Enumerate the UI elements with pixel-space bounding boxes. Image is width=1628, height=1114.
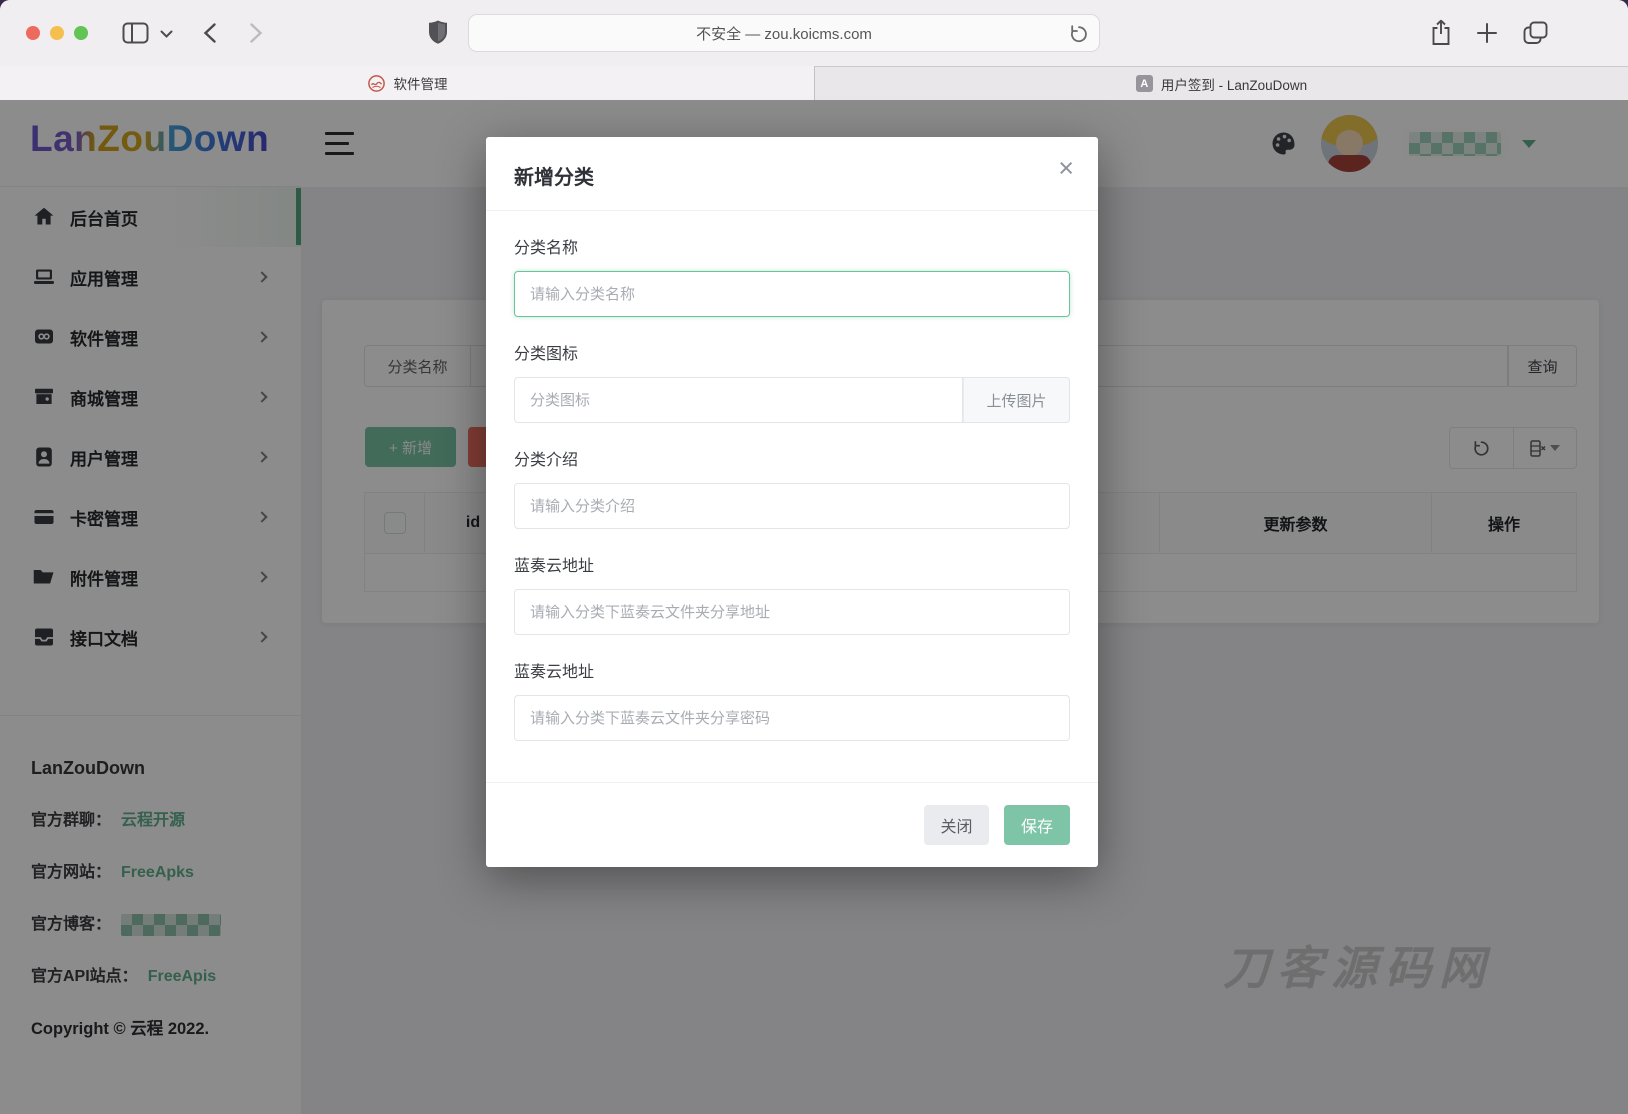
- modal-close-button[interactable]: 关闭: [924, 805, 989, 845]
- sidebar-toggle-icon[interactable]: [122, 21, 149, 45]
- close-icon[interactable]: ×: [1058, 155, 1074, 182]
- lanzou-share-password-input[interactable]: [514, 695, 1070, 741]
- tab-label: 软件管理: [394, 73, 448, 93]
- reload-icon[interactable]: [1069, 23, 1089, 45]
- chevron-down-icon[interactable]: [160, 30, 173, 38]
- minimize-window-button[interactable]: [50, 26, 64, 40]
- modal-save-button[interactable]: 保存: [1004, 805, 1070, 845]
- forward-button[interactable]: [248, 22, 264, 44]
- web-page: LanZouDown 后台首页 应用管理 软件管理: [0, 100, 1628, 1114]
- modal-footer: 关闭 保存: [486, 782, 1098, 867]
- share-icon[interactable]: [1430, 19, 1452, 47]
- icon-input-group: 上传图片: [514, 377, 1070, 423]
- modal-title: 新增分类: [514, 161, 594, 190]
- field-label: 分类介绍: [514, 451, 1070, 471]
- browser-titlebar: 不安全 — zou.koicms.com: [0, 0, 1628, 66]
- field-label: 分类图标: [514, 345, 1070, 365]
- tab-overview-icon[interactable]: [1522, 21, 1548, 45]
- privacy-shield-icon[interactable]: [427, 19, 449, 47]
- tab-user-signin[interactable]: A 用户签到 - LanZouDown: [814, 66, 1628, 100]
- tab-favicon-a-icon: A: [1136, 75, 1153, 92]
- form-field-lanzou-password: 蓝奏云地址: [514, 663, 1070, 741]
- modal-body: 分类名称 分类图标 上传图片 分类介绍 蓝奏云地址: [486, 239, 1098, 741]
- close-window-button[interactable]: [26, 26, 40, 40]
- form-field-category-intro: 分类介绍: [514, 451, 1070, 529]
- form-field-category-name: 分类名称: [514, 239, 1070, 317]
- tab-bar: 软件管理 A 用户签到 - LanZouDown: [0, 66, 1628, 100]
- tab-label: 用户签到 - LanZouDown: [1161, 74, 1307, 94]
- category-intro-input[interactable]: [514, 483, 1070, 529]
- field-label: 分类名称: [514, 239, 1070, 259]
- tab-favicon-swirl-icon: [367, 74, 386, 93]
- new-tab-icon[interactable]: [1476, 22, 1498, 44]
- category-name-input[interactable]: [514, 271, 1070, 317]
- lanzou-share-url-input[interactable]: [514, 589, 1070, 635]
- form-field-category-icon: 分类图标 上传图片: [514, 345, 1070, 423]
- back-button[interactable]: [202, 22, 218, 44]
- category-icon-input[interactable]: [514, 377, 963, 423]
- zoom-window-button[interactable]: [74, 26, 88, 40]
- add-category-modal: 新增分类 × 分类名称 分类图标 上传图片 分类介绍: [486, 137, 1098, 867]
- field-label: 蓝奏云地址: [514, 557, 1070, 577]
- browser-window: 不安全 — zou.koicms.com 软件管理 A 用户签到 - LanZo…: [0, 0, 1628, 1114]
- address-bar[interactable]: 不安全 — zou.koicms.com: [468, 14, 1100, 52]
- modal-header: 新增分类 ×: [486, 137, 1098, 211]
- tab-software-management[interactable]: 软件管理: [0, 66, 814, 100]
- field-label: 蓝奏云地址: [514, 663, 1070, 683]
- upload-image-button[interactable]: 上传图片: [963, 377, 1070, 423]
- address-bar-text: 不安全 — zou.koicms.com: [696, 23, 872, 44]
- form-field-lanzou-url: 蓝奏云地址: [514, 557, 1070, 635]
